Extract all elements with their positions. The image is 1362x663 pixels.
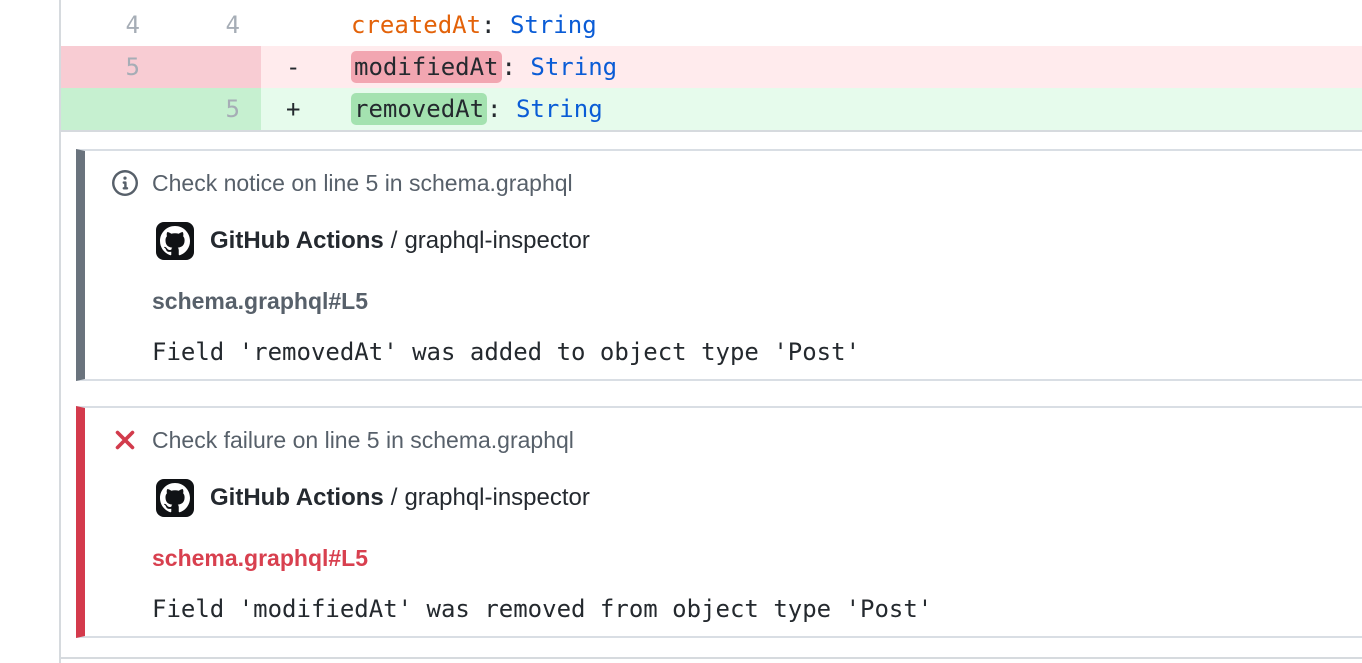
- x-icon: [114, 429, 136, 451]
- code-punctuation: :: [487, 95, 516, 123]
- app-name: GitHub Actions: [210, 227, 384, 254]
- old-line-number[interactable]: 4: [61, 0, 161, 46]
- github-actions-avatar-icon: [156, 479, 194, 517]
- section-divider: [59, 657, 1362, 659]
- annotation-title-row: Check failure on line 5 in schema.graphq…: [112, 427, 1362, 453]
- annotation-file-link[interactable]: schema.graphql#L5: [152, 288, 1362, 314]
- annotation-title-row: Check notice on line 5 in schema.graphql: [112, 170, 1362, 196]
- github-actions-avatar-icon: [156, 222, 194, 260]
- diff-marker: -: [286, 46, 351, 88]
- annotation-app-row: GitHub Actions /graphql-inspector: [156, 222, 1362, 260]
- code-type-name: String: [510, 11, 597, 39]
- added-word-highlight: removedAt: [351, 93, 487, 125]
- annotation-failure: Check failure on line 5 in schema.graphq…: [76, 406, 1362, 638]
- old-line-number[interactable]: 5: [61, 46, 161, 88]
- code-line: createdAt: String: [261, 0, 1362, 46]
- diff-table: 4 4 createdAt: String 5 -modifiedAt: Str…: [61, 0, 1362, 132]
- github-diff-view: 4 4 createdAt: String 5 -modifiedAt: Str…: [0, 0, 1362, 663]
- annotation-message: Field 'removedAt' was added to object ty…: [152, 340, 1362, 364]
- diff-row-deletion: 5 -modifiedAt: String: [61, 46, 1362, 88]
- new-line-number[interactable]: 4: [161, 0, 261, 46]
- code-type-name: String: [516, 95, 603, 123]
- code-field-name: createdAt: [351, 11, 481, 39]
- app-name: GitHub Actions: [210, 484, 384, 511]
- diff-row-addition: 5 +removedAt: String: [61, 88, 1362, 130]
- annotation-title: Check failure on line 5 in schema.graphq…: [152, 427, 574, 453]
- annotation-app-label: GitHub Actions /graphql-inspector: [210, 222, 590, 260]
- annotation-title: Check notice on line 5 in schema.graphql: [152, 170, 573, 196]
- app-separator: /: [391, 484, 398, 511]
- new-line-number[interactable]: 5: [161, 88, 261, 130]
- info-icon: [112, 170, 138, 196]
- code-punctuation: :: [502, 53, 531, 81]
- annotation-file-link[interactable]: schema.graphql#L5: [152, 545, 1362, 571]
- code-type-name: String: [530, 53, 617, 81]
- code-line: -modifiedAt: String: [261, 46, 1362, 88]
- diff-marker: +: [286, 88, 351, 130]
- code-punctuation: :: [481, 11, 510, 39]
- app-repo: graphql-inspector: [404, 484, 589, 511]
- code-line: +removedAt: String: [261, 88, 1362, 130]
- annotation-app-label: GitHub Actions /graphql-inspector: [210, 479, 590, 517]
- annotation-message: Field 'modifiedAt' was removed from obje…: [152, 597, 1362, 621]
- annotation-app-row: GitHub Actions /graphql-inspector: [156, 479, 1362, 517]
- deleted-word-highlight: modifiedAt: [351, 51, 502, 83]
- old-line-number[interactable]: [61, 88, 161, 130]
- check-annotations: Check notice on line 5 in schema.graphql…: [0, 132, 1362, 638]
- app-repo: graphql-inspector: [404, 227, 589, 254]
- diff-row-context: 4 4 createdAt: String: [61, 0, 1362, 46]
- app-separator: /: [391, 227, 398, 254]
- annotation-notice: Check notice on line 5 in schema.graphql…: [76, 149, 1362, 381]
- new-line-number[interactable]: [161, 46, 261, 88]
